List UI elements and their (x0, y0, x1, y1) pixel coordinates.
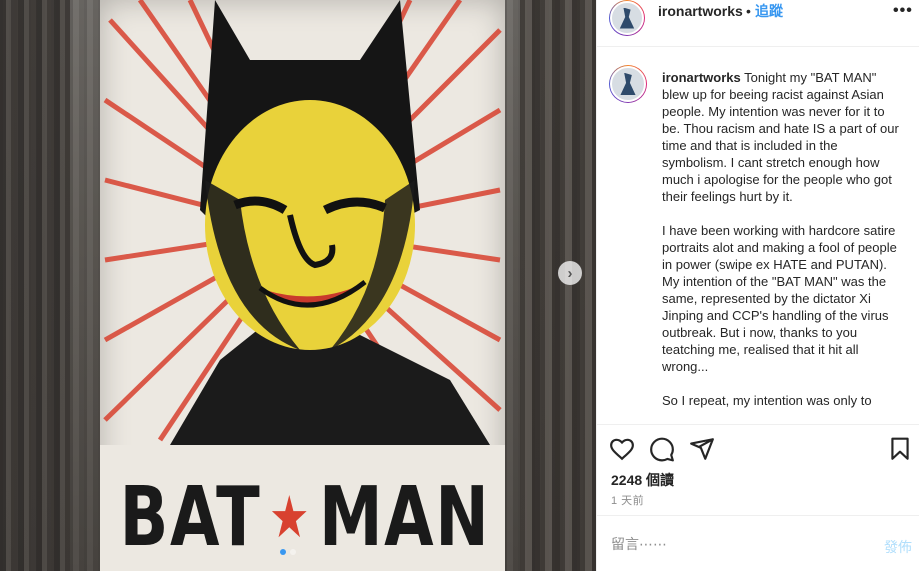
action-bar (597, 428, 919, 468)
carousel-indicator (280, 549, 296, 555)
wood-background-left (0, 0, 70, 571)
chevron-right-icon: › (567, 264, 573, 282)
carousel-dot (290, 549, 296, 555)
post-timestamp[interactable]: 1 天前 (611, 492, 644, 508)
avatar-figure (619, 7, 635, 29)
caption-text: ironartworks Tonight my "BAT MAN" blew u… (662, 69, 902, 409)
more-options-icon[interactable]: ••• (893, 2, 913, 20)
poster-text-bat: BAT (119, 469, 262, 565)
comment-bar: 發佈 (597, 515, 919, 572)
heart-icon[interactable] (609, 436, 635, 462)
view-count[interactable]: 2248 個讀 (611, 470, 674, 490)
caption-body: Tonight my "BAT MAN" blew up for beeing … (662, 70, 899, 408)
post-side-panel: ironartworks • 追蹤 ••• ironartworks Tonig… (596, 0, 919, 571)
avatar[interactable] (609, 0, 645, 36)
caption-username[interactable]: ironartworks (662, 70, 741, 85)
post-comment-button[interactable]: 發佈 (884, 537, 912, 557)
avatar-figure (620, 72, 636, 96)
wood-background-right (520, 0, 596, 571)
comment-input[interactable] (611, 534, 861, 554)
bookmark-icon[interactable] (887, 436, 913, 462)
carousel-next-button[interactable]: › (558, 261, 582, 285)
carousel-dot-active (280, 549, 286, 555)
header-username[interactable]: ironartworks (658, 3, 743, 19)
red-star-icon: ★ (269, 483, 312, 551)
separator-dot: • (746, 3, 751, 19)
caption-avatar[interactable] (609, 65, 647, 103)
follow-button[interactable]: 追蹤 (755, 1, 783, 21)
post-header: ironartworks • 追蹤 ••• (597, 0, 919, 47)
caption-area[interactable]: ironartworks Tonight my "BAT MAN" blew u… (597, 47, 919, 425)
poster-text-man: MAN (318, 469, 491, 565)
poster-caption: BAT ★ MAN (120, 470, 489, 565)
comment-icon[interactable] (649, 436, 675, 462)
share-icon[interactable] (689, 436, 715, 462)
post-image: BAT ★ MAN › (0, 0, 596, 571)
